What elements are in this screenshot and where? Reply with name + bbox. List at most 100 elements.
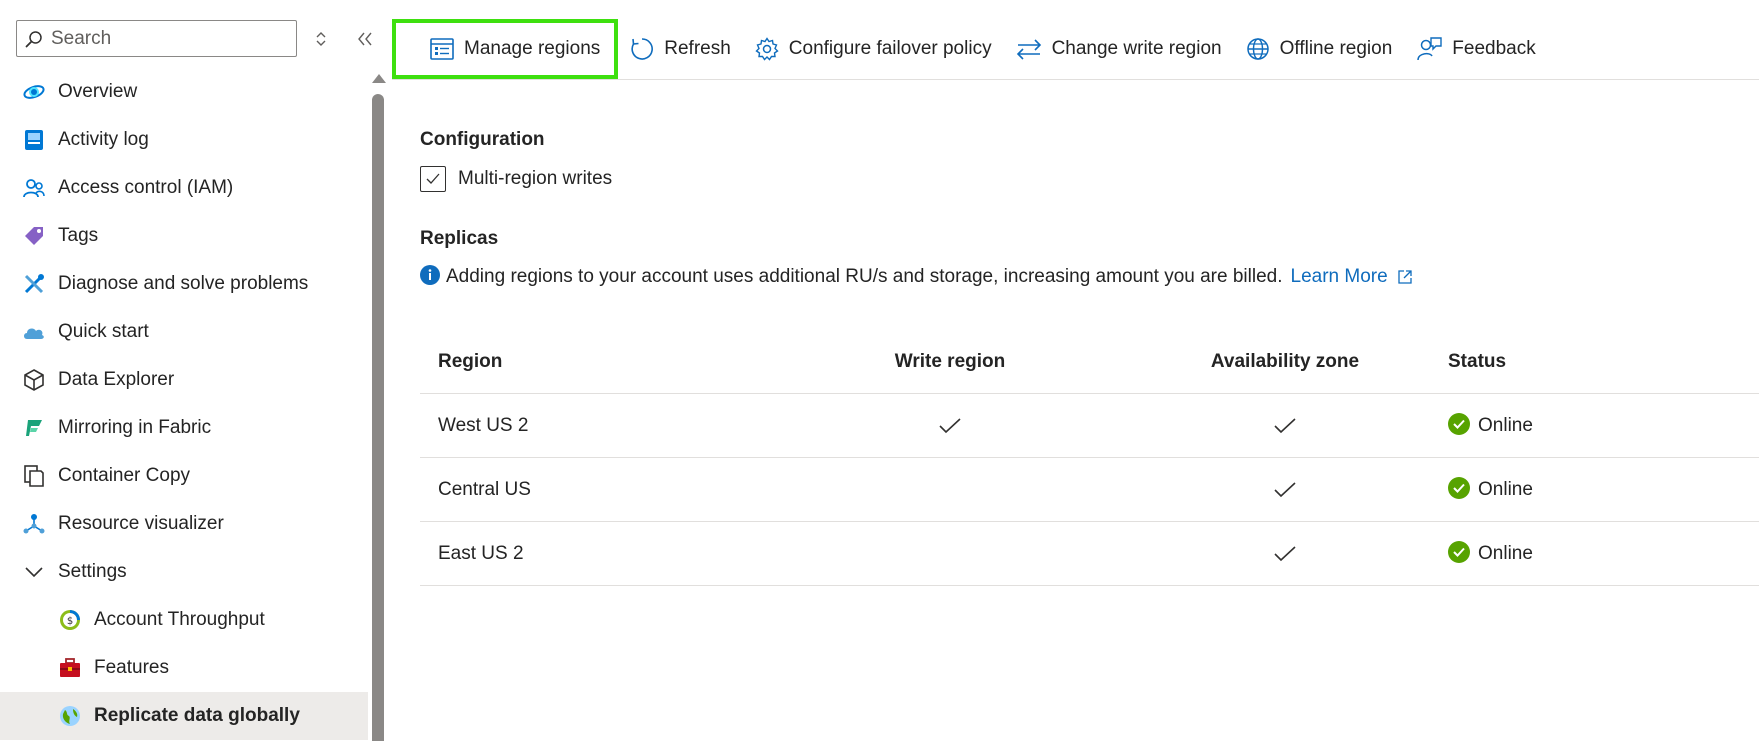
command-bar: Manage regions Refresh Configure failove… bbox=[392, 18, 1759, 80]
sidebar-item-label: Replicate data globally bbox=[94, 705, 300, 726]
chevron-down-icon bbox=[22, 560, 46, 584]
copy-icon bbox=[22, 464, 46, 488]
sidebar-item-label: Access control (IAM) bbox=[58, 177, 234, 198]
sidebar-item-account-throughput[interactable]: $ Account Throughput bbox=[0, 596, 368, 644]
checkmark-icon bbox=[939, 417, 961, 433]
sidebar-item-data-explorer[interactable]: Data Explorer bbox=[0, 356, 368, 404]
learn-more-label: Learn More bbox=[1290, 266, 1388, 287]
sidebar-item-mirroring[interactable]: Mirroring in Fabric bbox=[0, 404, 368, 452]
scroll-up-arrow[interactable] bbox=[372, 74, 386, 83]
overview-icon bbox=[22, 80, 46, 104]
activity-log-icon bbox=[22, 128, 46, 152]
feedback-icon bbox=[1417, 36, 1442, 60]
checkmark-icon bbox=[426, 173, 440, 184]
checkmark-icon bbox=[1274, 481, 1296, 497]
sidebar-item-access-control[interactable]: Access control (IAM) bbox=[0, 164, 368, 212]
svg-text:$: $ bbox=[67, 616, 73, 627]
offline-region-button[interactable]: Offline region bbox=[1234, 20, 1405, 78]
access-control-icon bbox=[22, 176, 46, 200]
cloud-icon bbox=[22, 320, 46, 344]
header-availability-zone[interactable]: Availability zone bbox=[1210, 351, 1360, 373]
sidebar-item-label: Data Explorer bbox=[58, 369, 175, 390]
checkmark-icon bbox=[1274, 417, 1296, 433]
sidebar: Overview Activity log Acces bbox=[0, 0, 372, 741]
cell-availability-zone bbox=[1210, 417, 1360, 435]
learn-more-link[interactable]: Learn More bbox=[1291, 266, 1412, 288]
sidebar-group-settings[interactable]: Settings bbox=[0, 548, 368, 596]
double-chevron-left-icon bbox=[358, 32, 372, 46]
status-label: Online bbox=[1478, 478, 1533, 500]
change-write-region-button[interactable]: Change write region bbox=[1004, 20, 1234, 78]
configure-failover-label: Configure failover policy bbox=[788, 37, 992, 59]
manage-regions-button[interactable]: Manage regions bbox=[392, 18, 619, 79]
sidebar-item-container-copy[interactable]: Container Copy bbox=[0, 452, 368, 500]
sidebar-item-label: Mirroring in Fabric bbox=[58, 417, 212, 438]
cell-write-region bbox=[880, 417, 1020, 435]
sidebar-item-label: Features bbox=[94, 657, 169, 678]
header-write-region[interactable]: Write region bbox=[880, 351, 1020, 373]
offline-region-label: Offline region bbox=[1279, 37, 1393, 59]
sidebar-scrollbar[interactable] bbox=[370, 70, 386, 741]
wrench-icon bbox=[22, 272, 46, 296]
sidebar-item-overview[interactable]: Overview bbox=[0, 68, 368, 116]
sidebar-item-features[interactable]: Features bbox=[0, 644, 368, 692]
table-row[interactable]: East US 2 Online bbox=[420, 522, 1759, 586]
cell-availability-zone bbox=[1210, 545, 1360, 563]
sidebar-item-label: Resource visualizer bbox=[58, 513, 224, 534]
feedback-button[interactable]: Feedback bbox=[1404, 20, 1547, 78]
configure-failover-button[interactable]: Configure failover policy bbox=[743, 20, 1004, 78]
arrows-swap-icon bbox=[1016, 38, 1041, 60]
status-label: Online bbox=[1478, 414, 1533, 436]
search-icon bbox=[25, 30, 42, 47]
sidebar-item-replicate-data[interactable]: Replicate data globally bbox=[0, 692, 368, 740]
sidebar-item-activity-log[interactable]: Activity log bbox=[0, 116, 368, 164]
sidebar-item-label: Quick start bbox=[58, 321, 149, 342]
globe-icon bbox=[58, 704, 82, 728]
multi-region-writes-row[interactable]: Multi-region writes bbox=[420, 166, 612, 192]
sidebar-nav: Overview Activity log Access control (IA… bbox=[0, 68, 368, 740]
globe-outline-icon bbox=[1246, 37, 1269, 60]
cube-icon bbox=[22, 368, 46, 392]
header-status[interactable]: Status bbox=[1448, 351, 1648, 373]
online-status-icon bbox=[1448, 476, 1470, 499]
cell-availability-zone bbox=[1210, 481, 1360, 499]
info-message: Adding regions to your account uses addi… bbox=[420, 265, 1412, 288]
sidebar-item-resource-visualizer[interactable]: Resource visualizer bbox=[0, 500, 368, 548]
gear-icon bbox=[755, 36, 779, 61]
toolbox-icon bbox=[58, 656, 82, 680]
sidebar-item-diagnose[interactable]: Diagnose and solve problems bbox=[0, 260, 368, 308]
sidebar-item-label: Account Throughput bbox=[94, 609, 265, 630]
multi-region-writes-checkbox[interactable] bbox=[420, 166, 446, 192]
search-box[interactable] bbox=[16, 20, 297, 57]
throughput-icon: $ bbox=[58, 608, 82, 632]
sidebar-item-label: Tags bbox=[58, 225, 99, 246]
cell-region: East US 2 bbox=[438, 542, 524, 564]
chevron-updown-icon bbox=[316, 32, 326, 46]
table-row[interactable]: West US 2 Online bbox=[420, 394, 1759, 458]
list-icon bbox=[430, 37, 454, 60]
online-status-icon bbox=[1448, 540, 1470, 563]
collapse-sidebar-button[interactable] bbox=[355, 28, 375, 50]
info-text: Adding regions to your account uses addi… bbox=[446, 266, 1283, 287]
sidebar-item-label: Container Copy bbox=[58, 465, 191, 486]
external-link-icon bbox=[1398, 270, 1412, 284]
cell-status: Online bbox=[1448, 412, 1648, 437]
scroll-thumb[interactable] bbox=[372, 94, 384, 741]
replicas-table: Region Write region Availability zone St… bbox=[420, 330, 1759, 586]
fabric-icon bbox=[22, 416, 46, 440]
sidebar-item-quick-start[interactable]: Quick start bbox=[0, 308, 368, 356]
refresh-label: Refresh bbox=[664, 37, 731, 59]
sort-updown-button[interactable] bbox=[313, 28, 329, 50]
table-header: Region Write region Availability zone St… bbox=[420, 330, 1759, 394]
replicas-title: Replicas bbox=[420, 228, 499, 249]
hierarchy-icon bbox=[22, 512, 46, 536]
configuration-title: Configuration bbox=[420, 129, 545, 150]
sidebar-item-tags[interactable]: Tags bbox=[0, 212, 368, 260]
sidebar-item-label: Activity log bbox=[58, 129, 149, 150]
tag-icon bbox=[22, 224, 46, 248]
table-row[interactable]: Central US Online bbox=[420, 458, 1759, 522]
search-input[interactable] bbox=[51, 27, 291, 50]
cell-region: West US 2 bbox=[438, 414, 529, 436]
header-region[interactable]: Region bbox=[420, 351, 880, 373]
refresh-button[interactable]: Refresh bbox=[618, 20, 743, 78]
